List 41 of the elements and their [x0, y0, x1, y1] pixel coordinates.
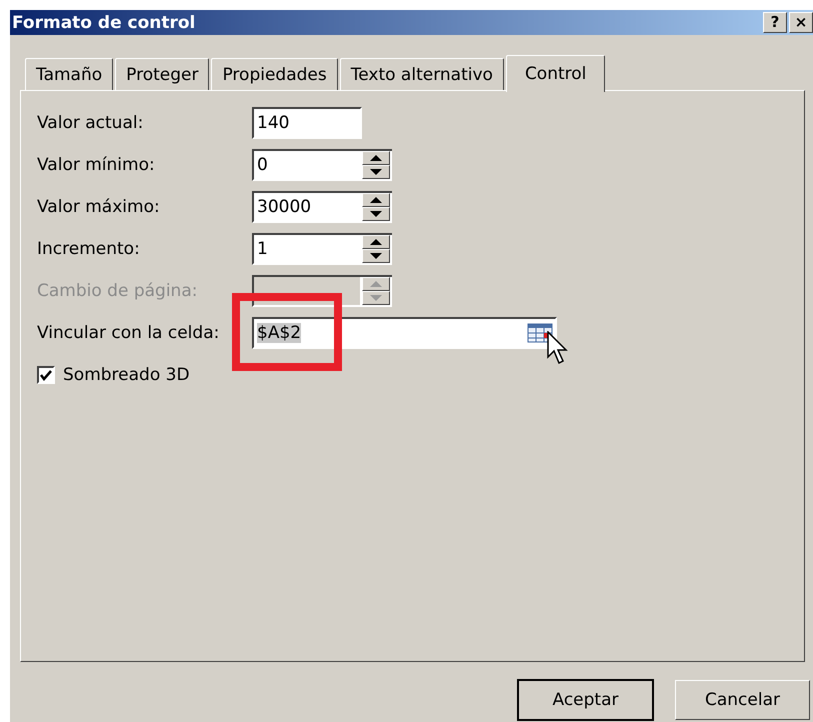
field-label: Valor actual: — [37, 113, 144, 133]
collapse-dialog-button[interactable] — [527, 323, 553, 343]
mouse-cursor-icon — [547, 331, 571, 367]
grid-icon — [527, 323, 553, 343]
spin-up-button[interactable] — [362, 277, 390, 291]
tab[interactable]: Proteger — [115, 58, 210, 90]
checkmark-icon — [39, 368, 53, 382]
spin-up-button[interactable] — [362, 151, 390, 165]
spin-field[interactable]: 0 — [252, 149, 360, 181]
dialog-button[interactable]: Aceptar — [518, 680, 653, 720]
up-arrow-icon — [370, 239, 382, 245]
tab[interactable]: Propiedades — [211, 58, 338, 90]
spin-down-button[interactable] — [362, 207, 390, 221]
down-arrow-icon — [370, 253, 382, 259]
down-arrow-icon — [370, 295, 382, 301]
input-field[interactable]: 140 — [252, 107, 362, 139]
spin-down-button[interactable] — [362, 165, 390, 179]
spin-down-button[interactable] — [362, 291, 390, 305]
down-arrow-icon — [370, 169, 382, 175]
up-arrow-icon — [370, 155, 382, 161]
up-arrow-icon — [370, 197, 382, 203]
field-label: Valor mínimo: — [37, 155, 156, 175]
tab[interactable]: Texto alternativo — [340, 58, 504, 90]
spin-up-button[interactable] — [362, 235, 390, 249]
field-label: Incremento: — [37, 239, 141, 259]
window-title: Formato de control — [11, 12, 196, 32]
dialog-button[interactable]: Cancelar — [675, 680, 810, 720]
field-label: Vincular con la celda: — [37, 323, 220, 343]
down-arrow-icon — [370, 211, 382, 217]
tab[interactable]: Tamaño — [25, 58, 114, 90]
field-label: Cambio de página: — [37, 281, 198, 301]
field-label: Valor máximo: — [37, 197, 161, 217]
spin-up-button[interactable] — [362, 193, 390, 207]
spin-down-button[interactable] — [362, 249, 390, 263]
help-button[interactable]: ? — [763, 12, 787, 33]
checkbox[interactable]: Sombreado 3D — [37, 365, 190, 385]
spin-field[interactable]: 30000 — [252, 191, 360, 223]
close-button[interactable]: × — [789, 12, 813, 33]
up-arrow-icon — [370, 281, 382, 287]
spin-field[interactable]: 1 — [252, 233, 360, 265]
tab[interactable]: Control — [506, 55, 606, 92]
